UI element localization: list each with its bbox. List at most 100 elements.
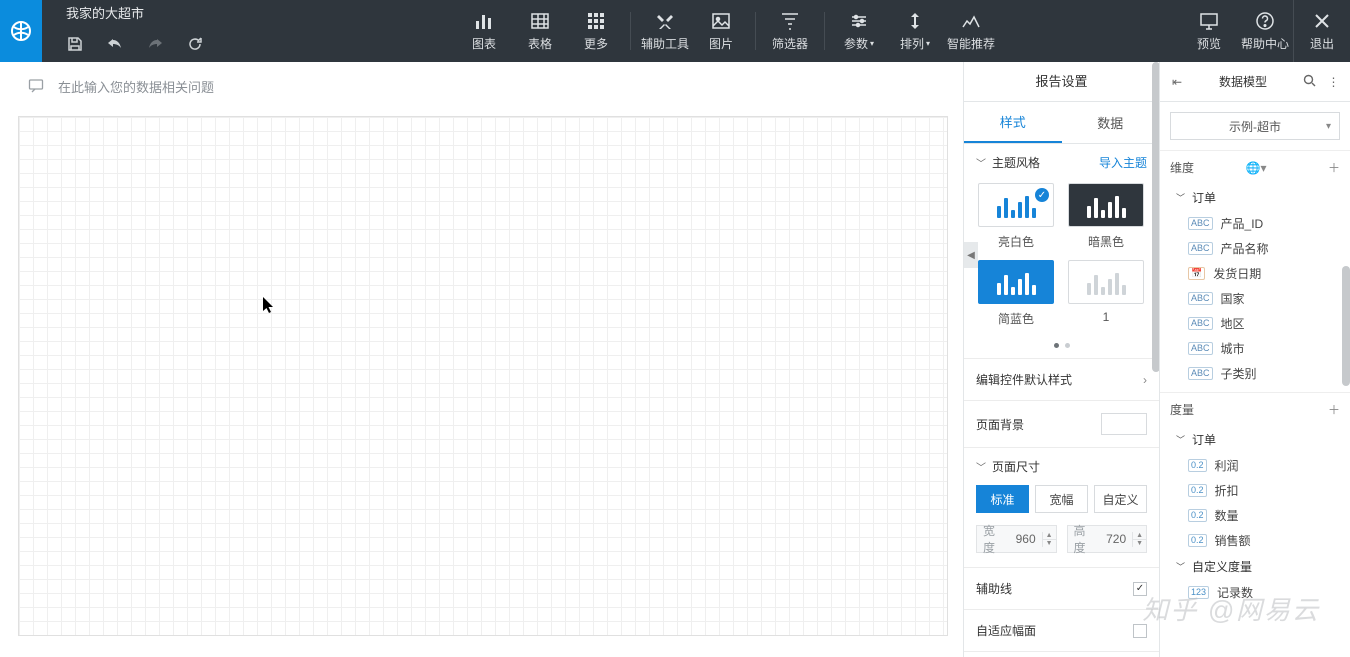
toolbar-sep [755,12,756,50]
toolbar-filter[interactable]: 筛选器 [762,0,818,62]
redo-icon [146,35,164,53]
guide-checkbox[interactable]: ✓ [1133,582,1147,596]
theme-light-label: 亮白色 [998,233,1034,250]
toolbar-sep [630,12,631,50]
field[interactable]: 0.2数量 [1160,503,1350,528]
spinner-icon[interactable]: ▲▼ [1132,532,1146,547]
field[interactable]: ABC地区 [1160,311,1350,336]
field[interactable]: 123记录数 [1160,580,1350,605]
toolbar-param[interactable]: 参数▾ [831,0,887,62]
add-dimension[interactable]: ＋ [1328,159,1340,176]
size-custom[interactable]: 自定义 [1094,485,1147,513]
field[interactable]: 📅发货日期 [1160,261,1350,286]
toolbar-smart[interactable]: 智能推荐 [943,0,999,62]
theme-blue-label: 简蓝色 [998,310,1034,327]
report-title: 我家的大超市 [66,0,204,20]
toolbar-table-label: 表格 [528,35,552,52]
theme-one[interactable]: 1 [1068,260,1144,327]
datasource-value: 示例-超市 [1229,118,1281,135]
toolbar-exit-label: 退出 [1310,35,1334,52]
guide-label: 辅助线 [976,580,1012,597]
toolbar-param-label: 参数 [844,35,868,52]
toolbar-more-label: 更多 [584,35,608,52]
bg-label: 页面背景 [976,416,1024,433]
toolbar-preview[interactable]: 预览 [1181,0,1237,62]
chevron-down-icon: ﹀ [1176,433,1186,446]
model-title: 数据模型 [1194,73,1292,90]
toolbar-image[interactable]: 图片 [693,0,749,62]
chevron-down-icon[interactable]: ﹀ [976,459,986,474]
field[interactable]: ABC城市 [1160,336,1350,361]
theme-dark[interactable]: 暗黑色 [1068,183,1144,250]
field[interactable]: 0.2折扣 [1160,478,1350,503]
globe-icon[interactable]: 🌐▾ [1246,161,1267,175]
section-bg: 页面背景 [964,401,1159,448]
theme-label: 主题风格 [992,154,1040,171]
node-order-meas[interactable]: ﹀订单 [1160,426,1350,453]
field[interactable]: ABC产品名称 [1160,236,1350,261]
field[interactable]: 0.2利润 [1160,453,1350,478]
search-icon[interactable] [1302,74,1316,90]
node-custom-measure[interactable]: ﹀自定义度量 [1160,553,1350,580]
toolbar-tools[interactable]: 辅助工具 [637,0,693,62]
datasource-select[interactable]: 示例-超市 ▾ [1170,112,1340,140]
chevron-down-icon: ﹀ [1176,191,1186,204]
toolbar-sep [824,12,825,50]
section-theme: ﹀ 主题风格 导入主题 ◀ ✓ 亮白色 暗黑色 简蓝色 1 [964,144,1159,359]
top-left: 我家的大超市 [42,0,204,62]
toolbar-preview-label: 预览 [1197,35,1221,52]
tab-style[interactable]: 样式 [964,102,1062,143]
refresh-icon[interactable] [186,35,204,53]
theme-blue[interactable]: 简蓝色 [978,260,1054,327]
toolbar-help-label: 帮助中心 [1241,35,1289,52]
bg-color-swatch[interactable] [1101,413,1147,435]
field[interactable]: 0.2销售额 [1160,528,1350,553]
dimensions-group: 维度 🌐▾ ＋ ﹀订单 ABC产品_ID ABC产品名称 📅发货日期 ABC国家 A… [1160,150,1350,386]
settings-panel: 报告设置 样式 数据 ﹀ 主题风格 导入主题 ◀ ✓ 亮白色 暗黑色 简蓝色 [963,62,1160,657]
measures-group: 度量＋ ﹀订单 0.2利润 0.2折扣 0.2数量 0.2销售额 ﹀自定义度量 … [1160,392,1350,605]
toolbar-exit[interactable]: 退出 [1294,0,1350,62]
add-measure[interactable]: ＋ [1328,401,1340,418]
more-icon[interactable]: ⋮ [1326,75,1340,89]
control-style-label: 编辑控件默认样式 [976,371,1072,388]
panel-collapse-icon[interactable]: ⇤ [1170,75,1184,89]
canvas[interactable] [18,116,948,636]
question-input[interactable]: 在此输入您的数据相关问题 [0,62,963,110]
theme-light[interactable]: ✓ 亮白色 [978,183,1054,250]
toolbar-table[interactable]: 表格 [512,0,568,62]
field[interactable]: ABC子类别 [1160,361,1350,386]
toolbar-arrange[interactable]: 排列▾ [887,0,943,62]
section-control-style[interactable]: 编辑控件默认样式 › [964,359,1159,401]
app-logo[interactable] [0,0,42,62]
section-snap: 自适应幅面 [964,610,1159,652]
settings-scrollbar[interactable] [1152,62,1160,657]
tab-data[interactable]: 数据 [1062,102,1160,143]
chat-icon [28,78,44,94]
import-theme-link[interactable]: 导入主题 [1099,154,1147,171]
width-input[interactable]: 宽度960▲▼ [976,525,1057,553]
height-input[interactable]: 高度720▲▼ [1067,525,1148,553]
field[interactable]: ABC国家 [1160,286,1350,311]
toolbar-image-label: 图片 [709,35,733,52]
size-wide[interactable]: 宽幅 [1035,485,1088,513]
undo-icon[interactable] [106,35,124,53]
section-guide: 辅助线 ✓ [964,568,1159,610]
chevron-down-icon[interactable]: ﹀ [976,155,986,170]
field[interactable]: ABC产品_ID [1160,211,1350,236]
data-model-panel: ⇤ 数据模型 ⋮ 示例-超市 ▾ 维度 🌐▾ ＋ ﹀订单 ABC产品_ID ABC产品… [1160,62,1350,657]
chevron-down-icon: ▾ [1326,121,1331,132]
model-scrollbar[interactable] [1342,102,1350,262]
toolbar-more[interactable]: 更多 [568,0,624,62]
size-standard[interactable]: 标准 [976,485,1029,513]
node-order-dim[interactable]: ﹀订单 [1160,184,1350,211]
toolbar-chart[interactable]: 图表 [456,0,512,62]
chevron-right-icon: › [1143,373,1147,387]
snap-checkbox[interactable] [1133,624,1147,638]
measures-label: 度量 [1170,401,1194,418]
spinner-icon[interactable]: ▲▼ [1042,532,1056,547]
section-size: ﹀页面尺寸 标准 宽幅 自定义 宽度960▲▼ 高度720▲▼ [964,448,1159,568]
dimensions-label: 维度 [1170,159,1194,176]
theme-pager[interactable] [978,337,1145,350]
save-icon[interactable] [66,35,84,53]
toolbar-help[interactable]: 帮助中心 [1237,0,1293,62]
